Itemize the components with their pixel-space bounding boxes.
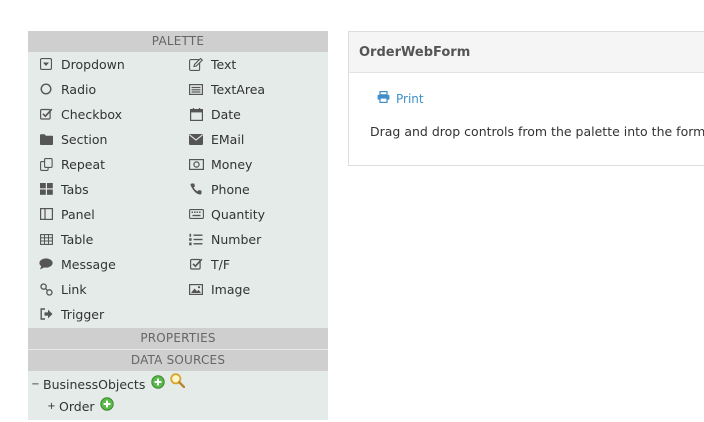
table-icon — [38, 231, 54, 247]
palette-item-label: Table — [61, 231, 94, 247]
form-header: OrderWebForm — [349, 32, 704, 73]
envelope-icon — [188, 131, 204, 147]
palette-item-label: T/F — [211, 256, 231, 272]
palette-item-radio[interactable]: Radio — [38, 79, 96, 99]
dropdown-icon — [38, 56, 54, 72]
palette-item-label: Section — [61, 131, 108, 147]
panel-icon — [38, 206, 54, 222]
checkbox-icon — [188, 256, 204, 272]
palette-item-dropdown[interactable]: Dropdown — [38, 54, 125, 74]
link-icon — [38, 281, 54, 297]
palette-item-date[interactable]: Date — [188, 104, 241, 124]
image-icon — [188, 281, 204, 297]
palette-item-money[interactable]: Money — [188, 154, 252, 174]
radio-icon — [38, 81, 54, 97]
money-icon — [188, 156, 204, 172]
tabs-icon — [38, 181, 54, 197]
palette-item-number[interactable]: Number — [188, 229, 261, 249]
print-label: Print — [396, 91, 424, 106]
palette-item-checkbox[interactable]: Checkbox — [38, 104, 122, 124]
calendar-icon — [188, 106, 204, 122]
numbered-list-icon — [188, 231, 204, 247]
tree-node-label[interactable]: BusinessObjects — [43, 377, 145, 392]
palette-item-label: Radio — [61, 81, 97, 97]
palette-item-tabs[interactable]: Tabs — [38, 179, 89, 199]
palette-item-label: Trigger — [61, 306, 105, 322]
palette-item-phone[interactable]: Phone — [188, 179, 250, 199]
palette-item-text[interactable]: Text — [188, 54, 236, 74]
repeat-icon — [38, 156, 54, 172]
add-data-source-icon[interactable] — [151, 374, 166, 389]
palette-item-tf[interactable]: T/F — [188, 254, 230, 274]
form-title: OrderWebForm — [359, 45, 471, 60]
properties-header[interactable]: PROPERTIES — [28, 328, 328, 349]
tree-node-label[interactable]: Order — [59, 399, 95, 414]
palette-item-label: Checkbox — [61, 106, 123, 122]
print-button[interactable]: Print — [377, 91, 424, 106]
collapse-toggle[interactable]: − — [31, 380, 40, 390]
palette-item-label: Panel — [61, 206, 95, 222]
palette-item-panel[interactable]: Panel — [38, 204, 95, 224]
palette-item-label: Link — [61, 281, 87, 297]
palette-item-label: Tabs — [61, 181, 89, 197]
palette-item-section[interactable]: Section — [38, 129, 107, 149]
palette-item-label: EMail — [211, 131, 245, 147]
printer-icon — [377, 91, 396, 106]
palette-item-repeat[interactable]: Repeat — [38, 154, 105, 174]
pencil-icon — [188, 56, 204, 72]
palette-item-image[interactable]: Image — [188, 279, 250, 299]
form-canvas[interactable]: OrderWebForm Print Drag and drop control… — [348, 31, 704, 166]
tree-node-order[interactable]: + Order — [47, 396, 114, 414]
palette-item-label: Date — [211, 106, 241, 122]
search-icon[interactable] — [170, 373, 186, 388]
palette-header[interactable]: PALETTE — [28, 31, 328, 52]
expand-toggle[interactable]: + — [47, 402, 56, 412]
palette-item-table[interactable]: Table — [38, 229, 93, 249]
data-sources-header[interactable]: DATA SOURCES — [28, 350, 328, 371]
palette-item-link[interactable]: Link — [38, 279, 87, 299]
palette-item-label: Number — [211, 231, 262, 247]
palette-item-trigger[interactable]: Trigger — [38, 304, 104, 324]
textarea-icon — [188, 81, 204, 97]
folder-icon — [38, 131, 54, 147]
checkbox-icon — [38, 106, 54, 122]
tree-node-business-objects[interactable]: − BusinessObjects — [31, 373, 186, 392]
palette-item-label: Message — [61, 256, 116, 272]
palette-item-email[interactable]: EMail — [188, 129, 244, 149]
palette-panel: PALETTE Dropdown Radio Checkbox Section … — [28, 31, 328, 420]
palette-item-label: Phone — [211, 181, 250, 197]
palette-item-label: Text — [211, 56, 237, 72]
palette-item-textarea[interactable]: TextArea — [188, 79, 265, 99]
palette-item-label: Money — [211, 156, 253, 172]
palette-item-label: Repeat — [61, 156, 106, 172]
palette-item-quantity[interactable]: Quantity — [188, 204, 265, 224]
palette-item-label: TextArea — [211, 81, 266, 97]
add-field-icon[interactable] — [99, 396, 114, 411]
keyboard-icon — [188, 206, 204, 222]
palette-item-label: Quantity — [211, 206, 266, 222]
palette-item-label: Image — [211, 281, 251, 297]
palette-item-message[interactable]: Message — [38, 254, 116, 274]
trigger-icon — [38, 306, 54, 322]
phone-icon — [188, 181, 204, 197]
palette-item-label: Dropdown — [61, 56, 125, 72]
message-icon — [38, 256, 54, 272]
form-instructions: Drag and drop controls from the palette … — [370, 124, 704, 139]
